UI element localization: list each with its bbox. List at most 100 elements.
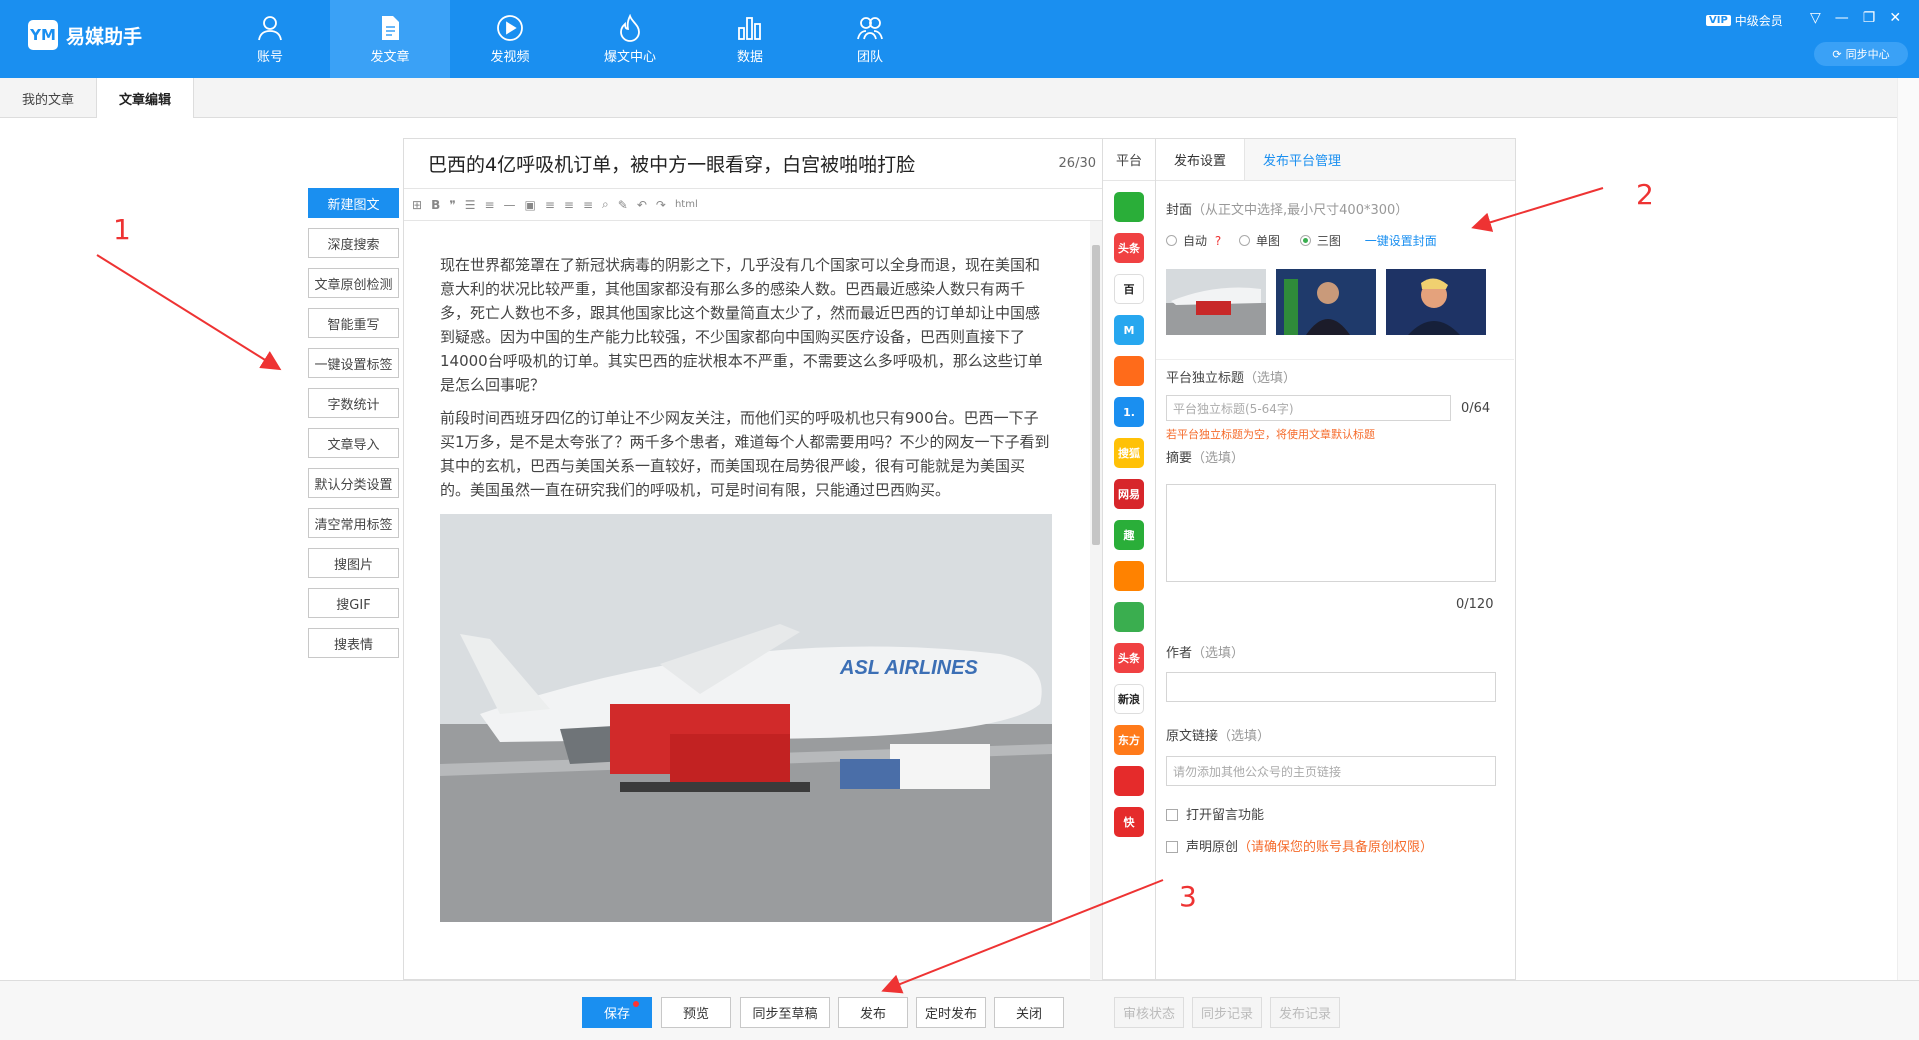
sohu-icon[interactable]: 搜狐 bbox=[1114, 438, 1144, 468]
preview-button[interactable]: 预览 bbox=[661, 997, 731, 1028]
paragraph: 前段时间西班牙四亿的订单让不少网友关注，而他们买的呼吸机也只有900台。巴西一下… bbox=[440, 409, 1050, 499]
author-input[interactable] bbox=[1166, 672, 1496, 702]
smart-rewrite-button[interactable]: 智能重写 bbox=[308, 308, 399, 338]
nav-account[interactable]: 账号 bbox=[210, 0, 330, 78]
align-right-icon[interactable]: ≡ bbox=[583, 198, 593, 212]
undo-icon[interactable]: ↶ bbox=[637, 198, 647, 212]
search-gif-button[interactable]: 搜GIF bbox=[308, 588, 399, 618]
green-icon[interactable] bbox=[1114, 602, 1144, 632]
xinlang-icon[interactable]: 新浪 bbox=[1114, 684, 1144, 714]
link-label-row: 原文链接（选填） bbox=[1166, 725, 1270, 744]
align-left-icon[interactable]: ≡ bbox=[545, 198, 555, 212]
one-click-cover-link[interactable]: 一键设置封面 bbox=[1365, 234, 1437, 248]
nav-article[interactable]: 发文章 bbox=[330, 0, 450, 78]
toutiao2-icon[interactable]: 头条 bbox=[1114, 643, 1144, 673]
radio-three[interactable]: 三图 bbox=[1299, 234, 1341, 248]
radio-single[interactable]: 单图 bbox=[1239, 234, 1280, 248]
window-scrollbar[interactable] bbox=[1897, 78, 1919, 980]
quote-icon[interactable]: ❞ bbox=[449, 198, 455, 212]
platform-title-input[interactable]: 平台独立标题(5-64字) bbox=[1166, 395, 1451, 421]
summary-textarea[interactable] bbox=[1166, 484, 1496, 582]
sync-icon: ⟳ bbox=[1832, 47, 1842, 61]
qq-icon[interactable] bbox=[1114, 356, 1144, 386]
tab-platform-manage[interactable]: 发布平台管理 bbox=[1245, 139, 1359, 180]
source-link-input[interactable]: 请勿添加其他公众号的主页链接 bbox=[1166, 756, 1496, 786]
search-images-button[interactable]: 搜图片 bbox=[308, 548, 399, 578]
cover-thumb-3[interactable] bbox=[1386, 269, 1486, 335]
word-count-button[interactable]: 字数统计 bbox=[308, 388, 399, 418]
schedule-publish-button[interactable]: 定时发布 bbox=[916, 997, 986, 1028]
ordered-list-icon[interactable]: ☰ bbox=[465, 198, 476, 212]
help-icon[interactable]: ? bbox=[1215, 234, 1221, 248]
nav-video[interactable]: 发视频 bbox=[450, 0, 570, 78]
publish-button[interactable]: 发布 bbox=[838, 997, 908, 1028]
vip-status[interactable]: VIP 中级会员 bbox=[1706, 12, 1783, 29]
unordered-list-icon[interactable]: ≡ bbox=[484, 198, 494, 212]
tab-article-edit[interactable]: 文章编辑 bbox=[97, 78, 195, 118]
review-status-button[interactable]: 审核状态 bbox=[1114, 997, 1184, 1028]
close-button[interactable]: 关闭 bbox=[994, 997, 1064, 1028]
optional-hint: （选填） bbox=[1192, 451, 1245, 466]
netease-icon[interactable]: 网易 bbox=[1114, 479, 1144, 509]
default-category-button[interactable]: 默认分类设置 bbox=[308, 468, 399, 498]
minimize-icon[interactable]: — bbox=[1835, 10, 1849, 26]
optional-hint: （选填） bbox=[1192, 646, 1245, 661]
comment-row[interactable]: 打开留言功能 bbox=[1166, 804, 1264, 823]
html-toggle[interactable]: html bbox=[675, 199, 698, 210]
save-button[interactable]: 保存 bbox=[582, 997, 652, 1028]
restore-icon[interactable]: ❐ bbox=[1863, 10, 1876, 26]
hr-icon[interactable]: — bbox=[504, 198, 516, 212]
editor-content[interactable]: 现在世界都笼罩在了新冠状病毒的阴影之下，几乎没有几个国家可以全身而退，现在美国和… bbox=[404, 221, 1090, 981]
align-center-icon[interactable]: ≡ bbox=[564, 198, 574, 212]
radio-single-label: 单图 bbox=[1256, 234, 1281, 248]
qutoutiao-icon[interactable]: 趣 bbox=[1114, 520, 1144, 550]
baijia-icon[interactable]: 百 bbox=[1114, 274, 1144, 304]
tab-my-articles[interactable]: 我的文章 bbox=[0, 78, 98, 118]
search-emoji-button[interactable]: 搜表情 bbox=[308, 628, 399, 658]
dayu-icon[interactable]: M bbox=[1114, 315, 1144, 345]
orange-icon[interactable]: 东方 bbox=[1114, 725, 1144, 755]
radio-auto[interactable]: 自动 bbox=[1166, 234, 1207, 248]
new-article-button[interactable]: 新建图文 bbox=[308, 188, 399, 218]
article-image[interactable]: ASL AIRLINES bbox=[440, 514, 1052, 922]
weibo-icon[interactable] bbox=[1114, 561, 1144, 591]
comment-checkbox[interactable] bbox=[1166, 809, 1178, 821]
cover-thumb-1[interactable] bbox=[1166, 269, 1266, 335]
article-title-input[interactable]: 巴西的4亿呼吸机订单，被中方一眼看穿，白宫被啪啪打脸 bbox=[428, 150, 915, 177]
wechat-icon[interactable] bbox=[1114, 192, 1144, 222]
sync-center-button[interactable]: ⟳ 同步中心 bbox=[1814, 42, 1908, 66]
clear-tags-button[interactable]: 清空常用标签 bbox=[308, 508, 399, 538]
deep-search-button[interactable]: 深度搜索 bbox=[308, 228, 399, 258]
find-icon[interactable]: ⌕ bbox=[602, 197, 609, 212]
image-icon[interactable]: ▣ bbox=[525, 198, 536, 212]
dropdown-icon[interactable]: ▽ bbox=[1810, 10, 1821, 26]
nav-data[interactable]: 数据 bbox=[690, 0, 810, 78]
tab-publish-settings[interactable]: 发布设置 bbox=[1156, 139, 1246, 180]
fire-icon bbox=[620, 13, 640, 42]
original-row[interactable]: 声明原创（请确保您的账号具备原创权限） bbox=[1166, 836, 1433, 855]
import-article-button[interactable]: 文章导入 bbox=[308, 428, 399, 458]
fenghuang-icon[interactable] bbox=[1114, 766, 1144, 796]
title-row: 巴西的4亿呼吸机订单，被中方一眼看穿，白宫被啪啪打脸 26/30 bbox=[404, 139, 1102, 189]
scroll-thumb[interactable] bbox=[1092, 245, 1100, 545]
publish-record-button[interactable]: 发布记录 bbox=[1270, 997, 1340, 1028]
clear-format-icon[interactable]: ✎ bbox=[618, 198, 628, 212]
bold-icon[interactable]: B bbox=[431, 198, 440, 212]
set-tags-button[interactable]: 一键设置标签 bbox=[308, 348, 399, 378]
toutiao-icon[interactable]: 头条 bbox=[1114, 233, 1144, 263]
summary-label: 摘要 bbox=[1166, 451, 1193, 466]
original-checkbox[interactable] bbox=[1166, 841, 1178, 853]
cover-thumb-2[interactable] bbox=[1276, 269, 1376, 335]
close-icon[interactable]: ✕ bbox=[1889, 10, 1901, 26]
red-icon[interactable]: 快 bbox=[1114, 807, 1144, 837]
original-check-button[interactable]: 文章原创检测 bbox=[308, 268, 399, 298]
format-toolbar: ⊞ B ❞ ☰ ≡ — ▣ ≡ ≡ ≡ ⌕ ✎ ↶ ↷ html bbox=[404, 189, 1102, 221]
nav-hot[interactable]: 爆文中心 bbox=[570, 0, 690, 78]
editor-scrollbar[interactable] bbox=[1090, 221, 1102, 981]
sync-record-button[interactable]: 同步记录 bbox=[1192, 997, 1262, 1028]
yidian-icon[interactable]: 1. bbox=[1114, 397, 1144, 427]
source-icon[interactable]: ⊞ bbox=[412, 198, 422, 212]
nav-team[interactable]: 团队 bbox=[810, 0, 930, 78]
redo-icon[interactable]: ↷ bbox=[656, 198, 666, 212]
sync-draft-button[interactable]: 同步至草稿 bbox=[740, 997, 830, 1028]
